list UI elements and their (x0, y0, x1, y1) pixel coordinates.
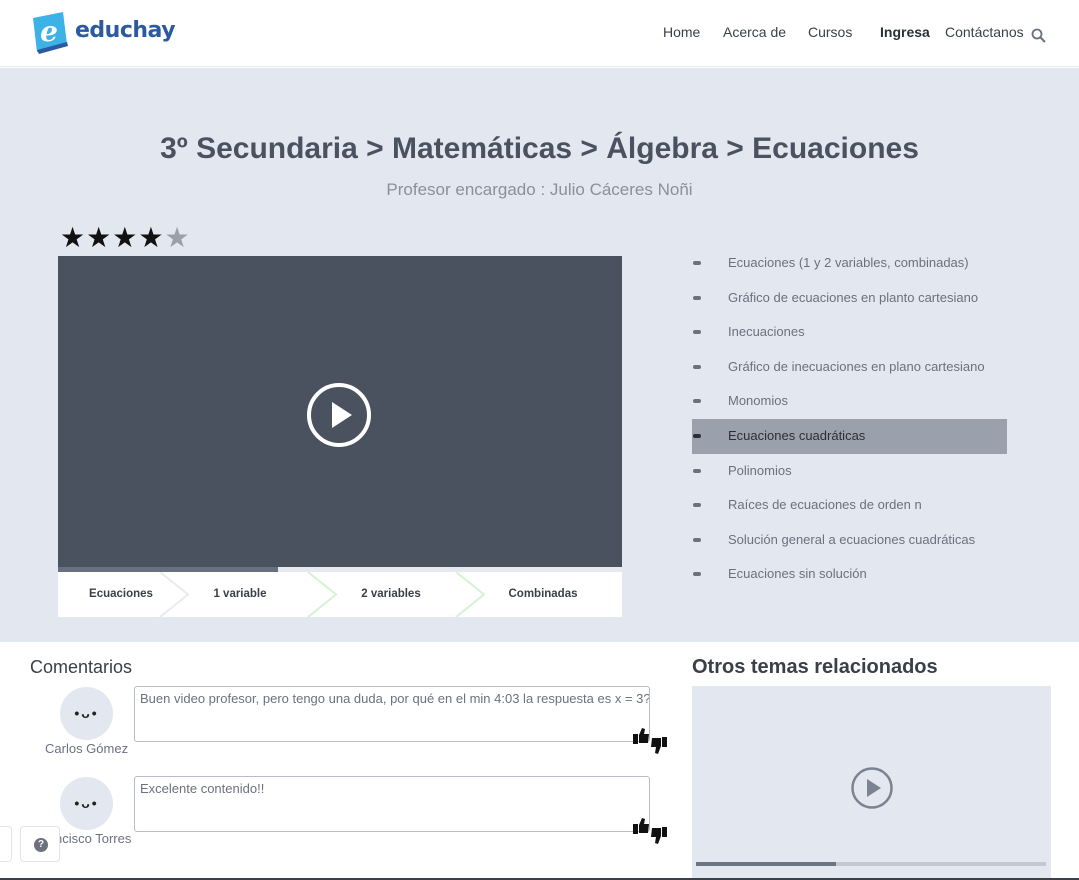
topic-item[interactable]: Polinomios (692, 454, 1022, 489)
topic-label: Monomios (728, 393, 788, 409)
nav-about[interactable]: Acerca de (723, 24, 786, 40)
help-button[interactable]: ? (20, 826, 60, 862)
bullet-icon (693, 433, 701, 438)
bullet-icon (693, 468, 701, 473)
main-nav: Home Acerca de Cursos Ingresa Contáctano… (0, 24, 1079, 44)
bullet-icon (693, 295, 701, 300)
site-header: e educhay Home Acerca de Cursos Ingresa … (0, 0, 1079, 67)
teacher-label: Profesor encargado : Julio Cáceres Noñi (386, 180, 693, 199)
topic-list: Ecuaciones (1 y 2 variables, combinadas)… (692, 246, 1022, 592)
star-icon[interactable]: ★ (138, 222, 164, 253)
topic-label: Ecuaciones sin solución (728, 566, 867, 582)
comments-heading: Comentarios (30, 657, 133, 677)
video-chapters: Ecuaciones 1 variable 2 variables Combin… (58, 572, 622, 617)
topic-item[interactable]: Raíces de ecuaciones de orden n (692, 488, 1022, 523)
bullet-icon (693, 572, 701, 577)
comment-author: ncisco Torres (55, 831, 132, 846)
bullet-icon (693, 330, 701, 335)
star-icon[interactable]: ★ (86, 222, 112, 253)
star-icon[interactable]: ★ (112, 222, 138, 253)
topic-label: Gráfico de inecuaciones en plano cartesi… (728, 358, 985, 374)
topic-label: Gráfico de ecuaciones en planto cartesia… (728, 289, 979, 305)
topic-label: Ecuaciones cuadráticas (728, 427, 866, 443)
nav-contact[interactable]: Contáctanos (945, 24, 1024, 40)
related-progress-fill (696, 862, 836, 866)
topic-label: Solución general a ecuaciones cuadrática… (728, 531, 976, 547)
video-player[interactable] (58, 256, 622, 567)
avatar: •ᴗ• (60, 687, 113, 740)
topic-item[interactable]: Ecuaciones sin solución (692, 557, 1022, 592)
topic-item[interactable]: Monomios (692, 384, 1022, 419)
related-heading: Otros temas relacionados (692, 656, 938, 678)
play-icon[interactable] (306, 382, 372, 448)
nav-home[interactable]: Home (663, 24, 700, 40)
comment-author: Carlos Gómez (45, 741, 129, 756)
chapter-1-variable[interactable]: 1 variable (184, 572, 296, 617)
topic-label: Ecuaciones (1 y 2 variables, combinadas) (728, 255, 969, 270)
topic-item[interactable]: Gráfico de ecuaciones en planto cartesia… (692, 281, 1022, 316)
side-tab[interactable] (0, 826, 12, 862)
search-icon[interactable] (1031, 28, 1046, 43)
topic-label: Inecuaciones (728, 324, 805, 340)
chapter-combinadas[interactable]: Combinadas (478, 572, 608, 617)
nav-courses[interactable]: Cursos (808, 24, 852, 40)
comment-text[interactable]: Excelente contenido!! (134, 776, 650, 832)
topic-label: Raíces de ecuaciones de orden n (728, 497, 922, 513)
bullet-icon (693, 364, 701, 369)
avatar-face-icon: •ᴗ• (74, 795, 99, 811)
bullet-icon (693, 537, 701, 542)
chapter-2-variables[interactable]: 2 variables (328, 572, 454, 617)
avatar-face-icon: •ᴗ• (74, 705, 99, 721)
topic-item[interactable]: Solución general a ecuaciones cuadrática… (692, 523, 1022, 558)
bullet-icon (693, 399, 701, 404)
star-rating[interactable]: ★★★★★ (60, 223, 191, 253)
bullet-icon (693, 261, 701, 265)
comment-text[interactable]: Buen video profesor, pero tengo una duda… (134, 686, 650, 742)
course-section: 3º Secundaria > Matemáticas > Álgebra > … (0, 68, 1079, 642)
topic-item[interactable]: Gráfico de inecuaciones en plano cartesi… (692, 350, 1022, 385)
star-empty-icon[interactable]: ★ (164, 222, 190, 253)
like-dislike-icon[interactable] (632, 726, 668, 756)
avatar: •ᴗ• (60, 777, 113, 830)
related-progress-bar[interactable] (696, 862, 1046, 866)
bullet-icon (693, 503, 701, 508)
nav-login[interactable]: Ingresa (880, 24, 930, 40)
like-dislike-icon[interactable] (632, 816, 668, 846)
related-video-player[interactable] (692, 686, 1051, 880)
topic-item[interactable]: Ecuaciones (1 y 2 variables, combinadas) (692, 246, 1022, 281)
help-icon: ? (34, 838, 48, 852)
topic-item-active[interactable]: Ecuaciones cuadráticas (692, 418, 1007, 454)
topic-label: Polinomios (728, 462, 792, 478)
topic-item[interactable]: Inecuaciones (692, 315, 1022, 350)
star-icon[interactable]: ★ (60, 222, 86, 253)
page-title: 3º Secundaria > Matemáticas > Álgebra > … (160, 132, 919, 165)
play-icon[interactable] (850, 766, 894, 810)
